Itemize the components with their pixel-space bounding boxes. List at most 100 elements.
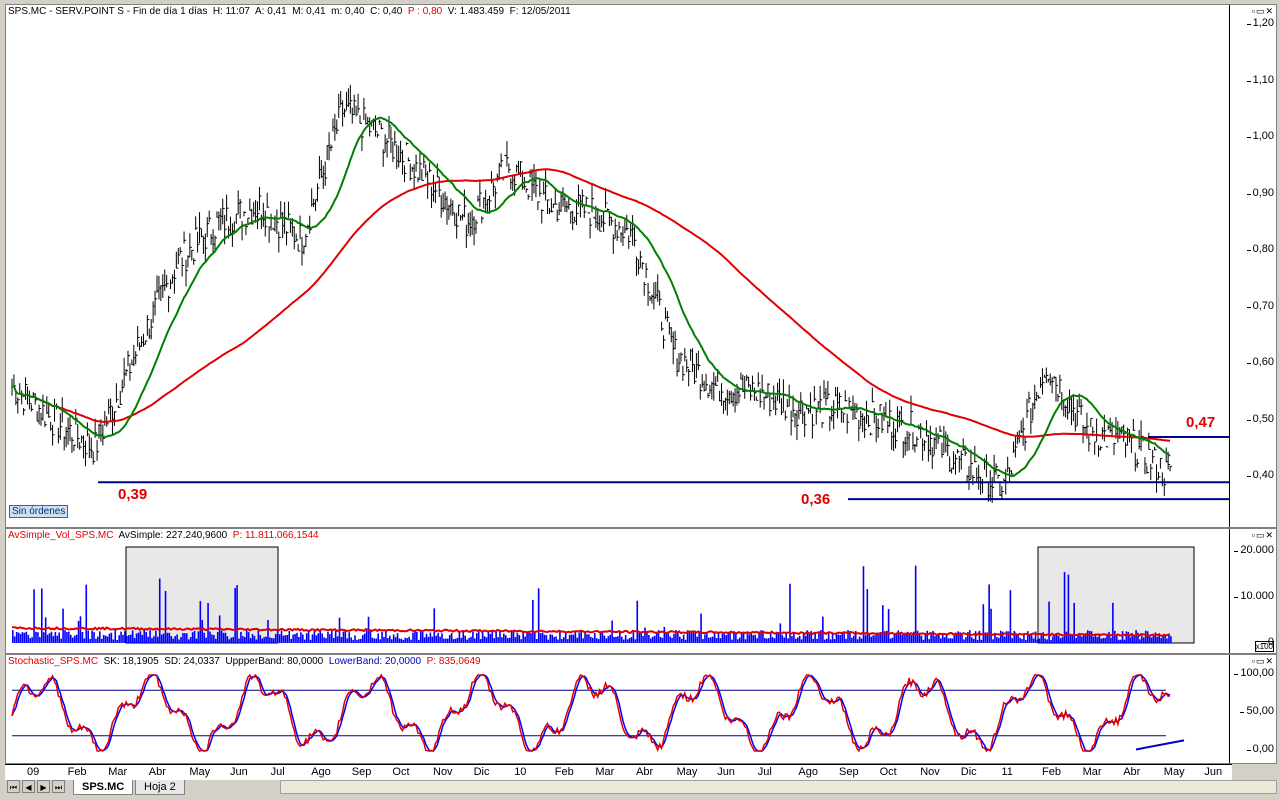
volume-bar (261, 638, 263, 643)
volume-bar (808, 633, 811, 643)
volume-bar (1096, 637, 1099, 643)
volume-bar (665, 633, 668, 643)
volume-bar (1048, 601, 1050, 643)
volume-bar (296, 632, 298, 643)
volume-bar (42, 632, 45, 643)
volume-bar (423, 637, 426, 643)
volume-bar (597, 639, 600, 643)
volume-bar (1119, 639, 1122, 643)
volume-bar (387, 638, 389, 643)
volume-bar (943, 637, 946, 643)
volume-bar (197, 631, 200, 643)
volume-bar (671, 637, 673, 643)
volume-bar (835, 634, 838, 643)
volume-bar (470, 636, 472, 643)
volume-bar (737, 639, 739, 643)
volume-bar (725, 635, 727, 643)
volume-bar (25, 631, 28, 643)
tab-hoja-2[interactable]: Hoja 2 (135, 780, 185, 795)
volume-bar (263, 637, 265, 643)
volume-bar (135, 633, 138, 643)
volume-bar (325, 638, 327, 643)
volume-bar (104, 635, 107, 643)
volume-bar (650, 638, 652, 643)
volume-chart-panel[interactable]: AvSimple_Vol_SPS.MC AvSimple: 227.240,96… (5, 528, 1277, 654)
horizontal-scrollbar[interactable] (280, 780, 1277, 794)
volume-bar (634, 639, 637, 643)
volume-bar (1021, 639, 1023, 643)
volume-bar (663, 626, 666, 643)
stochastic-chart-panel[interactable]: Stochastic_SPS.MC SK: 18,1905 SD: 24,033… (5, 654, 1277, 764)
volume-bar (1040, 634, 1043, 643)
volume-bar (319, 630, 321, 643)
volume-bar (949, 638, 952, 643)
price-chart-panel[interactable]: SPS.MC - SERV.POINT S - Fin de día 1 día… (5, 4, 1277, 528)
volume-bar (477, 631, 480, 643)
volume-bar (383, 637, 385, 643)
volume-bar (853, 635, 855, 643)
volume-bar (601, 632, 604, 643)
tab-sps-mc[interactable]: SPS.MC (73, 780, 134, 795)
volume-bar (990, 608, 992, 643)
volume-bar (213, 635, 215, 643)
volume-bar (244, 637, 246, 643)
volume-window-buttons[interactable]: ▫▭✕ (1252, 530, 1274, 541)
volume-bar (740, 633, 743, 643)
window-buttons[interactable]: ▫▭✕ (1252, 6, 1274, 17)
volume-bar (563, 637, 565, 643)
support-label-039: 0,39 (118, 486, 148, 503)
volume-bar (112, 639, 115, 643)
volume-bar (334, 631, 337, 643)
volume-bar (186, 633, 188, 643)
volume-bar (719, 638, 722, 643)
volume-bar (796, 637, 799, 643)
volume-bar (814, 632, 816, 643)
volume-bar (582, 638, 584, 643)
volume-bar (323, 637, 325, 643)
volume-bar (1144, 630, 1147, 643)
volume-bar (12, 630, 14, 643)
volume-bar (342, 631, 345, 643)
volume-bar (508, 637, 511, 643)
volume-bar (216, 631, 219, 643)
volume-bar (222, 632, 225, 643)
volume-bar (27, 634, 30, 643)
x-tick-label: May (1163, 766, 1185, 778)
next-sheet-button[interactable]: ▶ (37, 780, 50, 793)
volume-bar (1044, 638, 1046, 643)
stochastic-window-buttons[interactable]: ▫▭✕ (1252, 656, 1274, 667)
first-sheet-button[interactable]: ⏮ (7, 780, 20, 793)
prev-sheet-button[interactable]: ◀ (22, 780, 35, 793)
last-sheet-button[interactable]: ⏭ (52, 780, 65, 793)
volume-bar (143, 630, 146, 643)
volume-bar (425, 633, 428, 643)
volume-bar (1065, 631, 1068, 643)
volume-bar (911, 635, 913, 643)
x-tick-label: Feb (554, 766, 574, 778)
volume-bar (539, 633, 542, 643)
volume-bar (317, 633, 320, 643)
volume-bar (605, 638, 608, 643)
volume-bar (982, 604, 985, 643)
volume-bar (191, 632, 194, 643)
volume-bar (476, 633, 478, 643)
volume-bar (419, 631, 422, 643)
volume-y-axis: ▫▭✕ x100 20.000 10.000 0 (1229, 529, 1276, 653)
volume-bar (450, 633, 453, 643)
volume-bar (280, 630, 283, 643)
volume-bar (321, 633, 323, 643)
volume-bar (1110, 637, 1112, 643)
volume-bar (526, 631, 528, 643)
stoch-y-tick: 0,00 (1246, 743, 1274, 755)
no-orders-button[interactable]: Sin órdenes (9, 505, 69, 518)
volume-bar (309, 639, 312, 643)
volume-bar (520, 639, 523, 643)
volume-bar (800, 639, 803, 643)
volume-bar (373, 638, 376, 643)
volume-bar (176, 634, 178, 643)
volume-bar (827, 633, 830, 643)
volume-bar (240, 631, 242, 643)
volume-bar (607, 636, 610, 643)
volume-bar (394, 637, 397, 643)
volume-bar (302, 634, 304, 643)
